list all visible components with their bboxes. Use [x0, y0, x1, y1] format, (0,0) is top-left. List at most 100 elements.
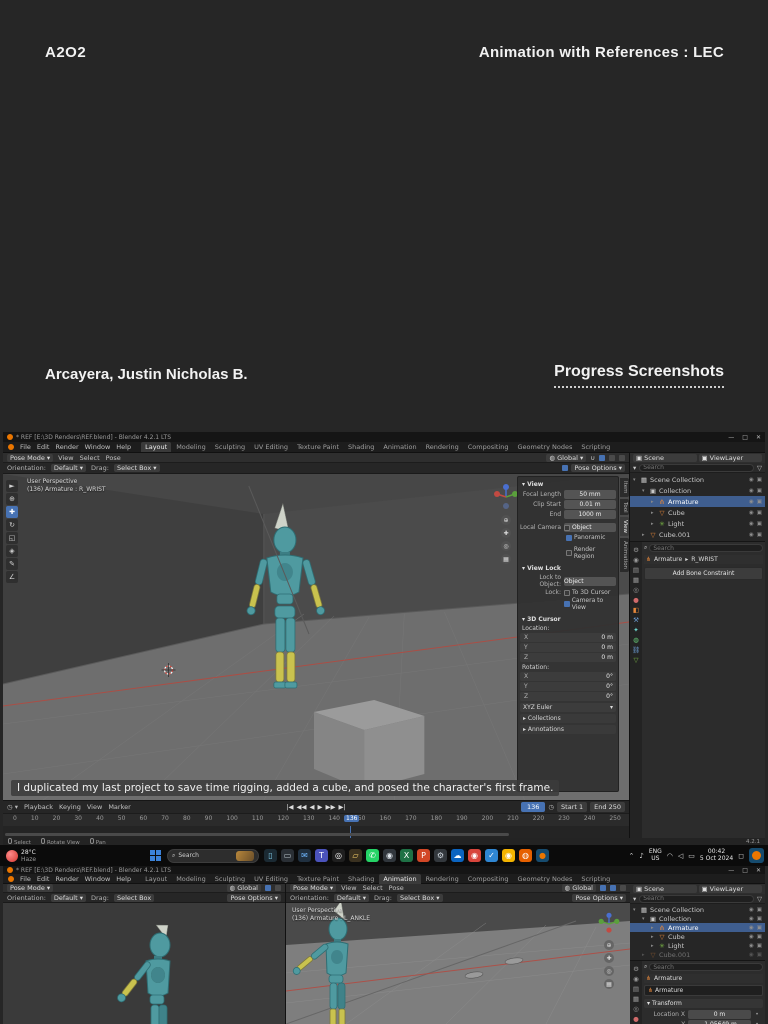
outliner-search-input[interactable]	[639, 895, 754, 903]
add-bone-constraint-button[interactable]: Add Bone Constraint	[644, 567, 763, 580]
properties-search-input[interactable]	[649, 963, 763, 971]
menu-item[interactable]: Render	[55, 875, 78, 883]
camera-view-icon[interactable]: ◎	[501, 541, 511, 551]
viewport-tool-button[interactable]: ⊕	[6, 493, 18, 505]
battery-icon[interactable]: ▭	[688, 852, 695, 860]
breadcrumb-object[interactable]: Armature	[654, 556, 682, 563]
display-mode-icon[interactable]: ▾	[633, 895, 636, 903]
eye-icon[interactable]: ◉	[749, 477, 754, 483]
workspace-tab[interactable]: UV Editing	[250, 874, 292, 884]
local-camera-field[interactable]: Object	[564, 523, 616, 532]
lock-icon[interactable]: •	[751, 1011, 763, 1018]
workspace-tab[interactable]: Sculpting	[211, 442, 249, 452]
value-field[interactable]: 0.01 m	[564, 500, 616, 509]
timeline-editor-icon[interactable]: ◷ ▾	[7, 803, 18, 811]
properties-tab-icon[interactable]: ⚒	[633, 616, 639, 624]
viewport-menu-item[interactable]: Select	[363, 884, 383, 892]
mirror-x-icon[interactable]	[562, 465, 568, 471]
eye-icon[interactable]: ◉	[749, 925, 754, 931]
shading-solid-icon[interactable]	[620, 885, 626, 891]
maximize-icon[interactable]: □	[742, 434, 748, 441]
menu-item[interactable]: Window	[85, 443, 111, 451]
scene-selector[interactable]: ▣Scene	[633, 885, 697, 893]
menu-item[interactable]: Edit	[37, 443, 50, 451]
axis-value-field[interactable]: 0 m	[534, 633, 616, 642]
outliner-search-input[interactable]	[639, 464, 754, 472]
overlay-toggle-icon[interactable]	[599, 455, 605, 461]
properties-tab-icon[interactable]: ⚙	[633, 546, 639, 554]
workspace-tab[interactable]: Animation	[379, 874, 420, 884]
eye-icon[interactable]: ◉	[749, 499, 754, 505]
menu-item[interactable]: File	[20, 443, 31, 451]
shading-toggle-icon[interactable]	[265, 885, 271, 891]
render-visibility-icon[interactable]: ▣	[757, 477, 762, 483]
playhead-line[interactable]	[350, 826, 351, 838]
taskbar-app-icon[interactable]: ▭	[281, 849, 294, 862]
value-field[interactable]: 1000 m	[564, 510, 616, 519]
outliner-row[interactable]: ▸ ▽ Cube.001 ◉▣	[630, 950, 765, 959]
display-mode-icon[interactable]: ▾	[633, 464, 636, 472]
language-indicator[interactable]: ENG US	[649, 849, 662, 862]
properties-tab-icon[interactable]: ●	[633, 1015, 639, 1023]
object-name-field[interactable]: ⋔ Armature	[644, 985, 763, 996]
playback-button[interactable]: ◀	[310, 803, 315, 811]
eye-icon[interactable]: ◉	[749, 952, 754, 958]
menu-item[interactable]: Edit	[37, 875, 50, 883]
render-visibility-icon[interactable]: ▣	[757, 532, 762, 538]
viewport-menu-item[interactable]: View	[58, 454, 73, 462]
playback-button[interactable]: ▶|	[339, 803, 346, 811]
render-visibility-icon[interactable]: ▣	[757, 521, 762, 527]
outliner-row[interactable]: ▸ ⋔ Armature ◉▣	[630, 923, 765, 932]
blender-menu-icon[interactable]	[8, 876, 14, 882]
zoom-icon[interactable]: ⊕	[501, 515, 511, 525]
workspace-tab[interactable]: Layout	[141, 874, 171, 884]
properties-tab-icon[interactable]: ◉	[633, 975, 639, 983]
playback-button[interactable]: ▶	[318, 803, 323, 811]
orientation-dropdown[interactable]: Default ▾	[51, 894, 86, 902]
outliner-row[interactable]: ▾ ▣ Collection ◉▣	[630, 914, 765, 923]
clock-widget[interactable]: 00:42 5 Oct 2024	[700, 849, 733, 862]
outliner-row[interactable]: ▾ ▦ Scene Collection ◉▣	[630, 905, 765, 914]
menu-item[interactable]: Render	[55, 443, 78, 451]
properties-tab-icon[interactable]: ◎	[633, 586, 639, 594]
properties-tab-icon[interactable]: ◧	[633, 606, 639, 614]
rot-value-field[interactable]: 0°	[534, 682, 616, 691]
weather-widget[interactable]: 28°C Haze	[0, 849, 150, 863]
breadcrumb-object[interactable]: Armature	[654, 975, 682, 982]
timeline-scrollbar[interactable]	[5, 833, 509, 836]
main-viewport-2[interactable]: Pose Mode ▾ ViewSelectPose ◍ Global Orie…	[286, 884, 630, 1024]
transform-orientation-dropdown[interactable]: ◍ Global	[562, 884, 597, 892]
notification-icon[interactable]: ◻	[738, 852, 744, 860]
timeline-ruler[interactable]: 0102030405060708090100110120130140150160…	[3, 813, 629, 826]
scene-selector[interactable]: ▣Scene	[633, 454, 697, 462]
viewport-tool-button[interactable]: ✎	[6, 558, 18, 570]
window-titlebar[interactable]: * REF [E:\3D Renders\REF.blend] - Blende…	[3, 432, 765, 442]
timeline-menu-item[interactable]: Playback	[24, 803, 53, 811]
properties-tab-icon[interactable]: ●	[633, 596, 639, 604]
transform-value-field[interactable]: -1.05649 m	[688, 1020, 751, 1024]
workspace-tab[interactable]: Modeling	[172, 442, 210, 452]
taskbar-app-icon[interactable]: ◍	[519, 849, 532, 862]
taskbar-blender-active-app[interactable]	[749, 848, 764, 863]
workspace-tab[interactable]: Shading	[344, 442, 378, 452]
outliner-row[interactable]: ▾ ▣ Collection ◉▣	[630, 485, 765, 496]
ortho-toggle-icon[interactable]: ▦	[501, 554, 511, 564]
render-visibility-icon[interactable]: ▣	[757, 499, 762, 505]
filter-icon[interactable]: ▽	[757, 464, 762, 472]
properties-tab-icon[interactable]: ⚙	[633, 965, 639, 973]
overlay-toggle-icon[interactable]	[275, 885, 281, 891]
timeline-menu-item[interactable]: Marker	[108, 803, 130, 811]
workspace-tab[interactable]: Texture Paint	[293, 442, 343, 452]
minimize-icon[interactable]: —	[728, 434, 734, 441]
outliner-row[interactable]: ▾ ▦ Scene Collection ◉▣	[630, 474, 765, 485]
ortho-toggle-icon[interactable]: ▦	[604, 979, 614, 989]
mode-dropdown[interactable]: Pose Mode ▾	[290, 884, 336, 892]
viewport-tool-button[interactable]: ↻	[6, 519, 18, 531]
outliner-row[interactable]: ▸ ⋔ Armature ◉▣	[630, 496, 765, 507]
taskbar-app-icon[interactable]: ⚙	[434, 849, 447, 862]
sidebar-tab[interactable]: Item	[620, 478, 629, 497]
drag-dropdown[interactable]: Select Box ▾	[114, 464, 160, 472]
workspace-tab[interactable]: Modeling	[172, 874, 210, 884]
taskbar-app-icon[interactable]: ☁	[451, 849, 464, 862]
render-visibility-icon[interactable]: ▣	[757, 934, 762, 940]
